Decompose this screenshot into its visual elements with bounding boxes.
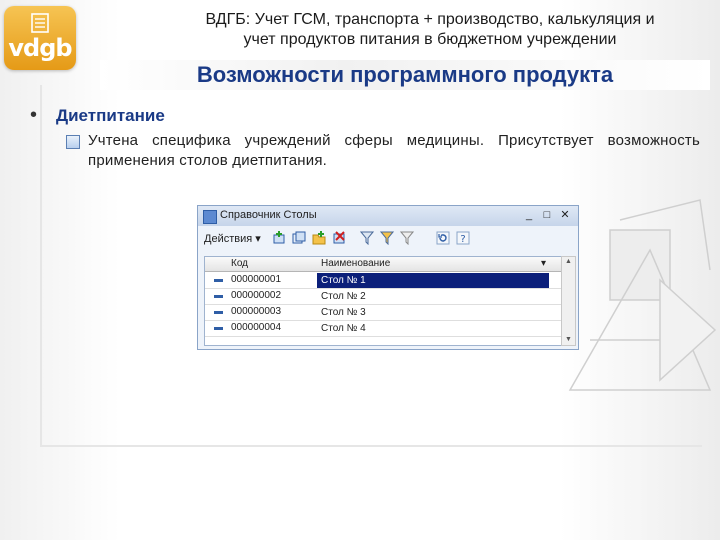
minimize-button[interactable]: _ — [522, 208, 536, 222]
column-header-name[interactable]: Наименование — [321, 258, 390, 269]
row-item-icon — [214, 327, 223, 330]
document-stack-icon — [31, 13, 49, 33]
actions-menu[interactable]: Действия ▾ — [204, 232, 261, 245]
chevron-down-icon: ▾ — [255, 233, 261, 245]
logo-text: vdgb — [8, 34, 72, 62]
header-line-2: учет продуктов питания в бюджетном учреж… — [243, 31, 617, 48]
code-cell: 000000003 — [231, 306, 282, 317]
name-cell: Стол № 4 — [321, 323, 366, 334]
actions-menu-label: Действия — [204, 233, 253, 245]
column-header-code[interactable]: Код — [231, 258, 248, 269]
table-row[interactable]: 000000004 Стол № 4 — [205, 321, 561, 337]
checkbox-bullet-icon — [66, 135, 80, 149]
code-cell: 000000002 — [231, 290, 282, 301]
window-titlebar[interactable]: Справочник Столы _ □ ✕ — [198, 206, 578, 226]
name-cell: Стол № 3 — [321, 307, 366, 318]
header-line-1: ВДГБ: Учет ГСМ, транспорта + производств… — [205, 11, 655, 28]
window-toolbar: Действия ▾ ? — [200, 228, 576, 250]
code-cell: 000000001 — [231, 274, 282, 285]
table-header: Код Наименование ▾ — [205, 257, 561, 272]
row-item-icon — [214, 295, 223, 298]
filter-icon[interactable] — [360, 231, 374, 245]
catalog-icon — [203, 210, 217, 224]
vdgb-logo: vdgb — [4, 6, 76, 70]
add-group-icon[interactable] — [312, 231, 326, 245]
table-row[interactable]: 000000002 Стол № 2 — [205, 289, 561, 305]
sort-arrow-icon: ▾ — [541, 258, 547, 269]
row-item-icon — [214, 279, 223, 282]
name-cell: Стол № 2 — [321, 291, 366, 302]
add-icon[interactable] — [272, 231, 286, 245]
slide-title: Возможности программного продукта — [196, 62, 614, 87]
scroll-up-icon[interactable]: ▲ — [562, 257, 575, 267]
help-icon[interactable]: ? — [456, 231, 470, 245]
scroll-down-icon[interactable]: ▼ — [562, 335, 575, 345]
section-description: Учтена специфика учреждений сферы медици… — [88, 132, 700, 169]
row-item-icon — [214, 311, 223, 314]
vertical-scrollbar[interactable]: ▲ ▼ — [561, 256, 576, 346]
slide-header: ВДГБ: Учет ГСМ, транспорта + производств… — [150, 10, 710, 50]
catalog-window: Справочник Столы _ □ ✕ Действия ▾ ? Код … — [197, 205, 579, 350]
window-title: Справочник Столы — [220, 209, 317, 221]
delete-icon[interactable] — [332, 231, 346, 245]
close-button[interactable]: ✕ — [558, 208, 572, 222]
maximize-button[interactable]: □ — [540, 208, 554, 222]
code-cell: 000000004 — [231, 322, 282, 333]
section-heading: Диетпитание — [56, 106, 165, 125]
table-grid: Код Наименование ▾ 000000001 Стол № 1 00… — [204, 256, 562, 346]
filter-options-icon[interactable] — [380, 231, 394, 245]
filter-clear-icon[interactable] — [400, 231, 414, 245]
table-row[interactable]: 000000001 Стол № 1 — [205, 273, 561, 289]
bullet-marker: • — [30, 104, 38, 126]
table-row[interactable]: 000000003 Стол № 3 — [205, 305, 561, 321]
refresh-icon[interactable] — [436, 231, 450, 245]
svg-text:?: ? — [460, 234, 465, 245]
add-copy-icon[interactable] — [292, 231, 306, 245]
name-cell: Стол № 1 — [317, 273, 549, 288]
